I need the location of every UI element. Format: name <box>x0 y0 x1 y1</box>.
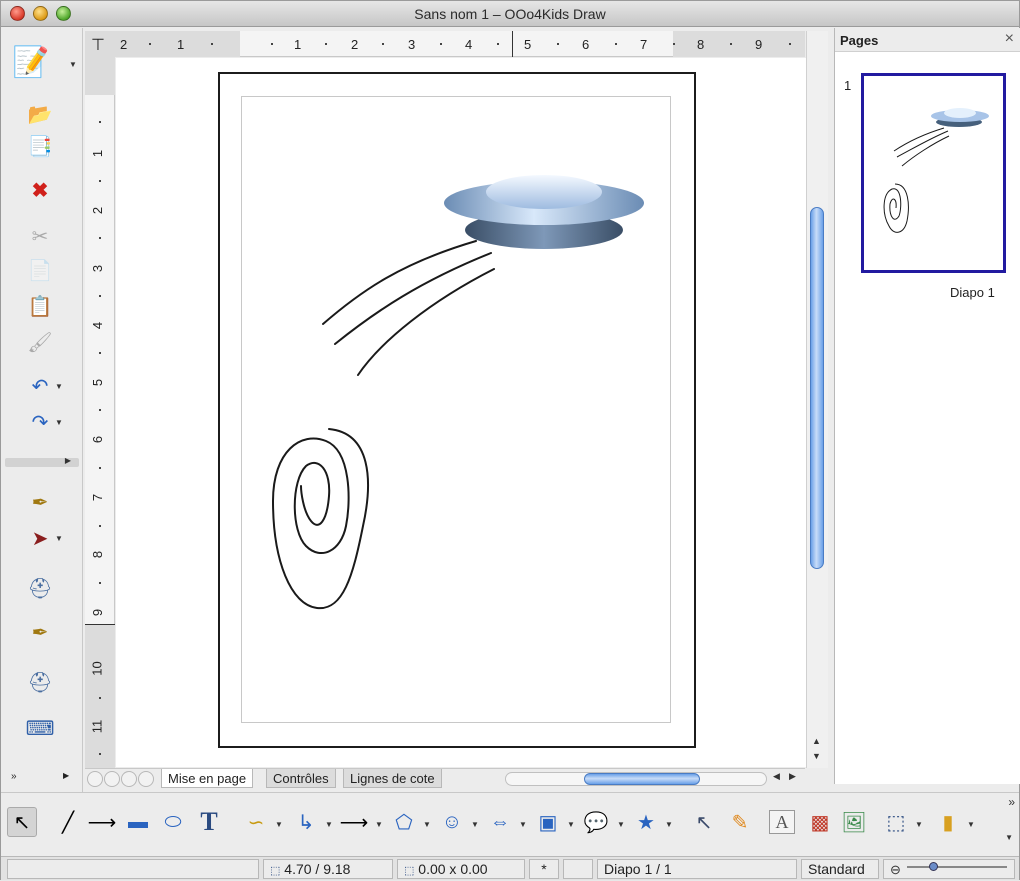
spiral-curve[interactable] <box>271 428 369 610</box>
chevron-down-icon[interactable]: ▼ <box>1005 833 1013 842</box>
chevron-down-icon[interactable]: ▼ <box>665 820 673 829</box>
callout-icon[interactable]: 💬 <box>581 807 611 837</box>
status-message <box>7 859 259 879</box>
zoom-slider-knob[interactable] <box>929 862 938 871</box>
chevron-down-icon[interactable]: ▼ <box>519 820 527 829</box>
app-window: Sans nom 1 – OOo4Kids Draw 📝 ▼ 📂 📑 ✖ ✂ 📄… <box>0 0 1020 880</box>
connector-icon[interactable]: ↳ <box>291 807 321 837</box>
chevron-down-icon[interactable]: ▼ <box>325 820 333 829</box>
layout-indicator[interactable]: Standard <box>801 859 879 879</box>
rectangle-icon[interactable]: ▬ <box>123 807 153 837</box>
scroll-down-arrow-icon[interactable]: ▼ <box>812 751 821 761</box>
align-icon[interactable]: ▮ <box>933 807 963 837</box>
chevron-down-icon[interactable]: ▼ <box>275 820 283 829</box>
chevron-down-icon[interactable]: ▼ <box>567 820 575 829</box>
basic-shapes-icon[interactable]: ⬠ <box>389 807 419 837</box>
size-value: 0.00 x 0.00 <box>418 861 488 877</box>
pages-panel-title: Pages <box>840 33 879 48</box>
slide-indicator: Diapo 1 / 1 <box>597 859 797 879</box>
last-tab-button[interactable] <box>138 771 154 787</box>
tab-controles[interactable]: Contrôles <box>266 769 336 788</box>
next-tab-button[interactable] <box>121 771 137 787</box>
select-icon[interactable]: ↖ <box>7 807 37 837</box>
tab-lignes-de-cote[interactable]: Lignes de cote <box>343 769 442 788</box>
zoom-out-icon[interactable]: ⊖ <box>890 862 901 877</box>
motion-lines[interactable] <box>322 240 495 376</box>
chevron-down-icon[interactable]: ▼ <box>423 820 431 829</box>
signature-field <box>563 859 593 879</box>
ufo-shape[interactable] <box>444 175 644 249</box>
thumbnail-preview <box>883 108 989 233</box>
lines-arrows-icon[interactable]: ⟶ <box>339 807 369 837</box>
size-field: ⬚ 0.00 x 0.00 <box>397 859 525 879</box>
symbol-shapes-icon[interactable]: ☺ <box>437 807 467 837</box>
first-tab-button[interactable] <box>87 771 103 787</box>
drawing-toolbar: ↖ ╱ ⟶ ▬ ⬭ T ∽ ▼ ↳ ▼ ⟶ ▼ ⬠ ▼ ☺ ▼ ⇔ ▼ ▣ ▼ … <box>1 792 1019 856</box>
chevron-down-icon[interactable]: ▼ <box>967 820 975 829</box>
tab-mise-en-page[interactable]: Mise en page <box>161 769 254 788</box>
page-thumbnail[interactable] <box>861 73 1006 273</box>
position-value: 4.70 / 9.18 <box>284 861 351 877</box>
scroll-up-arrow-icon[interactable]: ▲ <box>812 736 821 746</box>
pages-panel-header: Pages × <box>835 28 1020 52</box>
position-icon: ⬚ <box>270 865 281 877</box>
chevron-down-icon[interactable]: ▼ <box>375 820 383 829</box>
zoom-slider[interactable] <box>907 862 1007 871</box>
line-icon[interactable]: ╱ <box>53 807 83 837</box>
status-bar: ⬚ 4.70 / 9.18 ⬚ 0.00 x 0.00 * Diapo 1 / … <box>1 856 1019 880</box>
text-icon[interactable]: T <box>194 807 224 837</box>
previous-tab-button[interactable] <box>104 771 120 787</box>
page-thumbnail-number: 1 <box>844 78 852 93</box>
page-thumbnail-label: Diapo 1 <box>950 285 995 300</box>
horizontal-scrollbar[interactable] <box>505 772 767 786</box>
pages-panel: Pages × 1 Diapo 1 <box>834 28 1020 784</box>
from-file-icon[interactable]: ▩ <box>805 807 835 837</box>
fontwork-icon[interactable]: A <box>769 810 795 834</box>
points-icon[interactable]: ↖ <box>689 807 719 837</box>
close-icon[interactable]: × <box>1005 30 1014 48</box>
vertical-scroll-thumb[interactable] <box>810 207 824 569</box>
scroll-right-arrow-icon[interactable]: ▶ <box>789 771 796 782</box>
glue-points-icon[interactable]: ✎ <box>725 807 755 837</box>
ellipse-icon[interactable]: ⬭ <box>158 807 188 837</box>
gallery-icon[interactable]: 🖼 <box>839 807 869 837</box>
chevron-down-icon[interactable]: ▼ <box>915 820 923 829</box>
vertical-scrollbar[interactable]: ▲ ▼ <box>806 31 828 768</box>
block-arrows-icon[interactable]: ⇔ <box>485 807 515 837</box>
layer-tabs-bar: Mise en page Contrôles Lignes de cote ◀ … <box>85 768 805 788</box>
more-tools-icon[interactable]: » <box>1008 795 1015 809</box>
horizontal-scroll-thumb[interactable] <box>584 773 700 785</box>
chevron-down-icon[interactable]: ▼ <box>617 820 625 829</box>
modified-indicator: * <box>529 859 559 879</box>
scroll-left-arrow-icon[interactable]: ◀ <box>773 771 780 782</box>
curve-icon[interactable]: ∽ <box>241 807 271 837</box>
flowchart-icon[interactable]: ▣ <box>533 807 563 837</box>
chevron-down-icon[interactable]: ▼ <box>471 820 479 829</box>
zoom-control[interactable]: ⊖ <box>883 859 1015 879</box>
position-field: ⬚ 4.70 / 9.18 <box>263 859 393 879</box>
stars-icon[interactable]: ★ <box>631 807 661 837</box>
size-icon: ⬚ <box>404 865 415 877</box>
arrow-line-icon[interactable]: ⟶ <box>87 807 117 837</box>
rotate-icon[interactable]: ⬚ <box>881 807 911 837</box>
